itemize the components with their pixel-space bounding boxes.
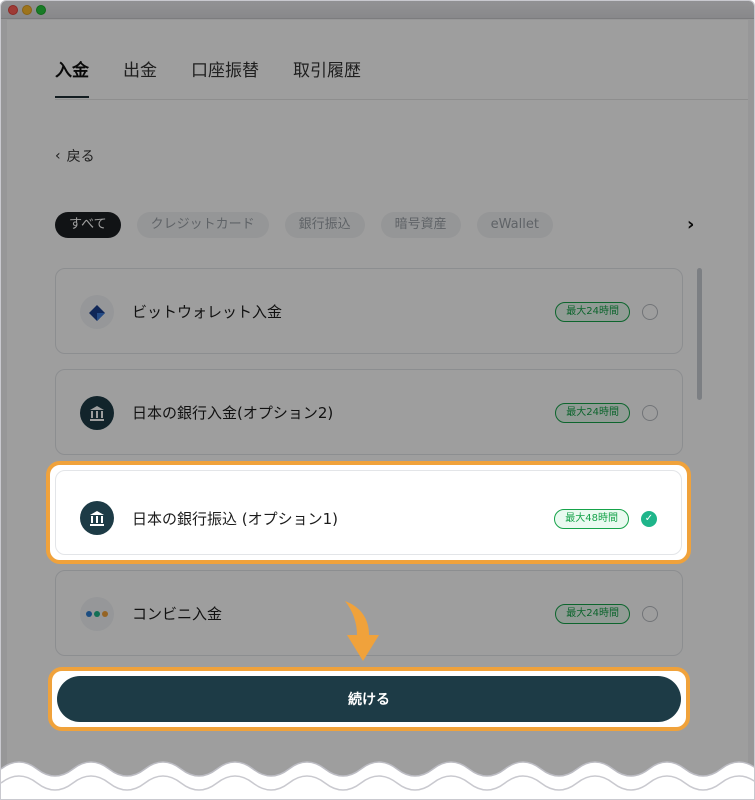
arrow-down-icon [345, 601, 379, 661]
chip-bank-transfer[interactable]: 銀行振込 [284, 212, 365, 238]
continue-button[interactable]: 続ける [57, 676, 681, 722]
tab-withdraw[interactable]: 出金 [123, 56, 157, 100]
bank-icon [80, 396, 114, 430]
method-name: コンビニ入金 [132, 605, 223, 623]
chip-ewallet[interactable]: eWallet [476, 212, 553, 238]
back-link[interactable]: ‹ 戻る [55, 146, 95, 166]
zoom-window-button[interactable] [36, 5, 46, 15]
continue-highlight: 続ける [48, 667, 690, 731]
method-name: ビットウォレット入金 [132, 303, 283, 321]
chip-credit-card[interactable]: クレジットカード [136, 212, 269, 238]
tabs-divider [55, 99, 748, 100]
radio-button[interactable] [642, 304, 658, 320]
checkmark-icon[interactable]: ✓ [641, 511, 657, 527]
filter-chips: すべて クレジットカード 銀行振込 暗号資産 eWallet [55, 212, 553, 238]
list-scrollbar[interactable] [697, 268, 702, 400]
radio-button[interactable] [642, 405, 658, 421]
app-window: 入金 出金 口座振替 取引履歴 ‹ 戻る すべて クレジットカード 銀行振込 暗… [0, 0, 755, 800]
tab-history[interactable]: 取引履歴 [293, 56, 361, 100]
processing-time-badge: 最大24時間 [555, 302, 630, 322]
method-card-jp-bank-option1-selected[interactable]: 日本の銀行振込 (オプション1) 最大48時間 ✓ [46, 461, 691, 564]
method-card-jp-bank-option2[interactable]: 日本の銀行入金(オプション2) 最大24時間 [55, 369, 683, 455]
processing-time-badge: 最大24時間 [555, 604, 630, 624]
method-name: 日本の銀行振込 (オプション1) [132, 510, 339, 528]
chip-crypto[interactable]: 暗号資産 [380, 212, 461, 238]
minimize-window-button[interactable] [22, 5, 32, 15]
processing-time-badge: 最大48時間 [554, 509, 629, 529]
radio-button[interactable] [642, 606, 658, 622]
chevron-right-icon[interactable]: › [687, 214, 694, 235]
processing-time-badge: 最大24時間 [555, 403, 630, 423]
title-bar [1, 1, 754, 19]
method-card-bitwallet[interactable]: ビットウォレット入金 最大24時間 [55, 268, 683, 354]
tab-transfer[interactable]: 口座振替 [191, 56, 259, 100]
bitwallet-icon [80, 295, 114, 329]
payment-method-list: ビットウォレット入金 最大24時間 日本の銀行入金(オプション2) 最大24時間… [53, 268, 685, 656]
chip-all[interactable]: すべて [55, 212, 121, 238]
torn-edge-decoration [1, 761, 754, 799]
tab-deposit[interactable]: 入金 [55, 56, 89, 100]
convenience-store-icon [80, 597, 114, 631]
method-name: 日本の銀行入金(オプション2) [132, 404, 334, 422]
back-label: 戻る [66, 149, 95, 165]
close-window-button[interactable] [8, 5, 18, 15]
bank-icon [80, 501, 114, 535]
main-tabs: 入金 出金 口座振替 取引履歴 [55, 56, 395, 100]
selected-card-inner: 日本の銀行振込 (オプション1) 最大48時間 ✓ [55, 470, 682, 555]
chevron-left-icon: ‹ [55, 148, 61, 164]
